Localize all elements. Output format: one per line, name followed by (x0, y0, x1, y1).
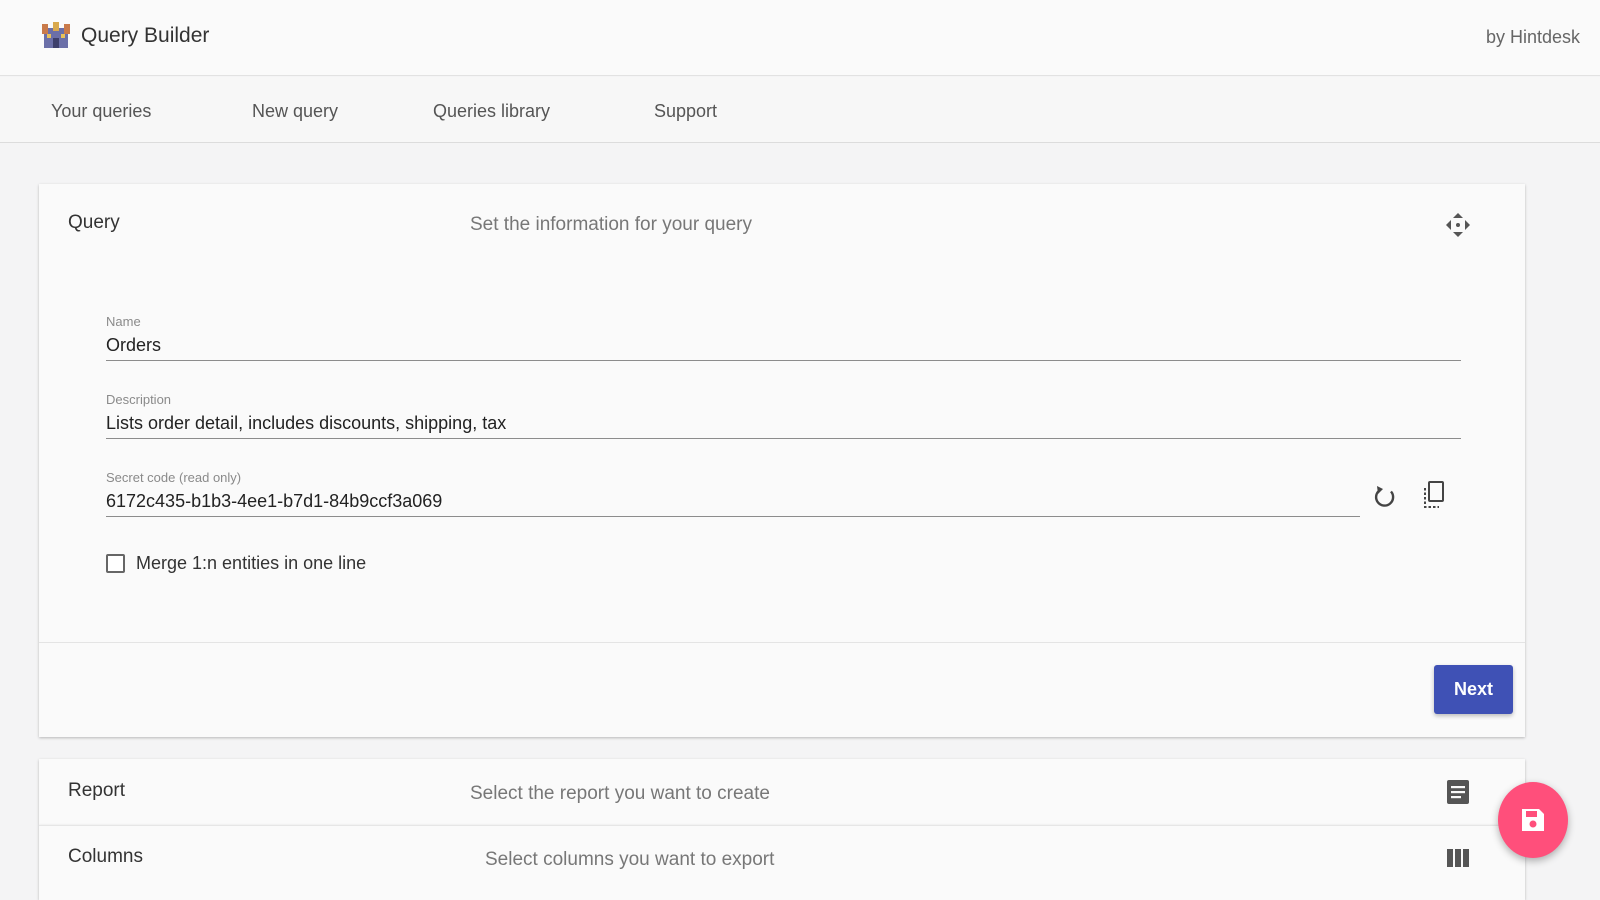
app-title: Query Builder (81, 24, 210, 47)
secret-code-field[interactable] (106, 487, 1360, 517)
copy-icon[interactable] (1419, 480, 1449, 510)
save-icon (1522, 809, 1544, 831)
report-step-card[interactable]: Report Select the report you want to cre… (39, 759, 1525, 825)
columns-step-description: Select columns you want to export (485, 849, 775, 870)
app-header: Query Builder by Hintdesk (0, 0, 1600, 76)
drag-move-icon[interactable] (1445, 212, 1471, 238)
nav-queries-library[interactable]: Queries library (433, 101, 550, 122)
vendor-byline[interactable]: by Hintdesk (1486, 27, 1580, 48)
nav-support[interactable]: Support (654, 101, 717, 122)
save-fab-button[interactable] (1498, 782, 1568, 858)
nav-your-queries[interactable]: Your queries (51, 101, 151, 122)
columns-step-title[interactable]: Columns (68, 846, 143, 868)
name-field-label: Name (106, 314, 141, 329)
refresh-icon[interactable] (1370, 482, 1400, 512)
report-step-description: Select the report you want to create (470, 783, 770, 804)
query-step-title[interactable]: Query (68, 212, 120, 234)
merge-checkbox[interactable] (106, 554, 125, 573)
columns-icon (1446, 847, 1472, 873)
card-divider (39, 642, 1525, 643)
next-button[interactable]: Next (1434, 665, 1513, 714)
secret-code-field-label: Secret code (read only) (106, 470, 242, 485)
castle-logo-icon (42, 20, 70, 50)
merge-checkbox-label[interactable]: Merge 1:n entities in one line (136, 553, 366, 574)
description-field[interactable] (106, 409, 1461, 439)
main-nav: Your queries New query Queries library S… (0, 77, 1600, 143)
document-icon (1446, 779, 1472, 805)
columns-step-card[interactable]: Columns Select columns you want to expor… (39, 825, 1525, 900)
report-step-title[interactable]: Report (68, 780, 125, 802)
name-field[interactable] (106, 331, 1461, 361)
query-step-description: Set the information for your query (470, 214, 752, 235)
nav-new-query[interactable]: New query (252, 101, 338, 122)
query-step-card: Query Set the information for your query… (39, 184, 1525, 737)
description-field-label: Description (106, 392, 172, 407)
